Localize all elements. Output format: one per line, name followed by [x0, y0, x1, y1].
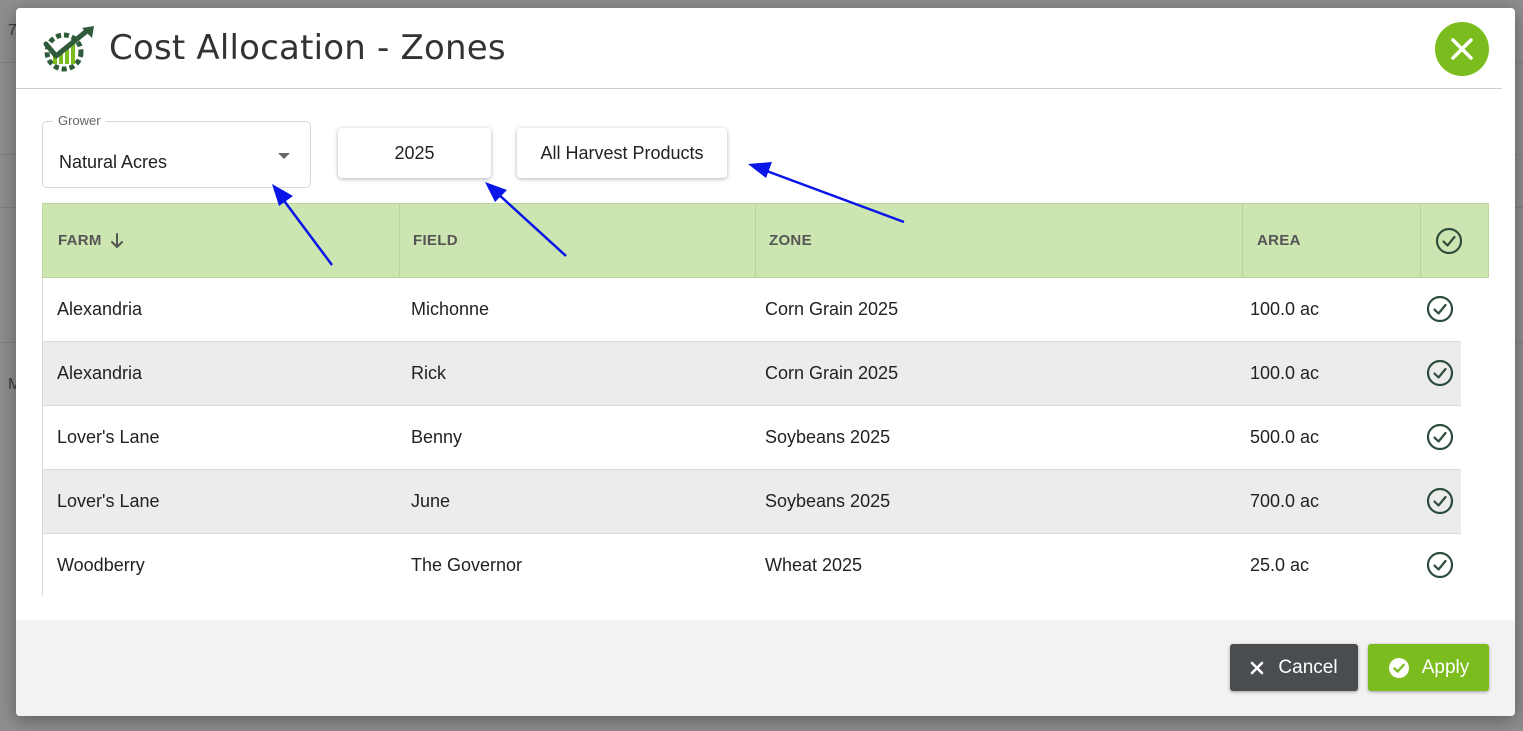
cell-field: Michonne — [411, 299, 490, 319]
caret-down-icon — [278, 153, 290, 159]
column-header-field[interactable]: FIELD — [413, 204, 458, 277]
check-circle-icon[interactable] — [1426, 295, 1454, 323]
column-divider — [755, 204, 756, 277]
dialog-title: Cost Allocation - Zones — [109, 28, 506, 68]
table-row[interactable]: Alexandria Michonne Corn Grain 2025 100.… — [42, 278, 1461, 342]
cell-zone: Wheat 2025 — [765, 555, 863, 575]
cell-farm: Woodberry — [57, 555, 145, 575]
dialog-footer: Cancel Apply — [16, 620, 1515, 716]
cell-field: Rick — [411, 363, 446, 383]
cell-zone: Corn Grain 2025 — [765, 363, 899, 383]
column-header-zone[interactable]: ZONE — [769, 204, 812, 277]
cost-allocation-dialog: Cost Allocation - Zones Grower Natural A… — [16, 8, 1515, 716]
cell-field: The Governor — [411, 555, 523, 575]
check-circle-icon[interactable] — [1426, 487, 1454, 515]
cell-area: 25.0 ac — [1250, 555, 1310, 575]
apply-label: Apply — [1421, 656, 1470, 678]
close-icon — [1451, 38, 1473, 60]
harvest-products-button[interactable]: All Harvest Products — [517, 128, 727, 178]
cell-farm: Alexandria — [57, 363, 143, 383]
table-row[interactable]: Lover's Lane Benny Soybeans 2025 500.0 a… — [42, 406, 1461, 470]
check-circle-icon[interactable] — [1426, 359, 1454, 387]
cell-area: 500.0 ac — [1250, 427, 1320, 447]
cell-area: 100.0 ac — [1250, 299, 1320, 319]
apply-button[interactable]: Apply — [1368, 644, 1489, 691]
zones-table: FARM FIELD ZONE AREA Alexandria Michonne… — [42, 203, 1489, 596]
table-row[interactable]: Woodberry The Governor Wheat 2025 25.0 a… — [42, 534, 1461, 596]
cell-area: 700.0 ac — [1250, 491, 1320, 511]
cell-zone: Soybeans 2025 — [765, 427, 891, 447]
check-circle-icon — [1435, 227, 1463, 254]
cell-farm: Lover's Lane — [57, 491, 160, 511]
growth-gear-logo-icon — [43, 26, 94, 72]
cell-zone: Corn Grain 2025 — [765, 299, 899, 319]
cell-field: Benny — [411, 427, 463, 447]
grower-value: Natural Acres — [59, 152, 168, 172]
table-row[interactable]: Alexandria Rick Corn Grain 2025 100.0 ac — [42, 342, 1461, 406]
cell-area: 100.0 ac — [1250, 363, 1320, 383]
cell-field: June — [411, 491, 451, 511]
column-divider — [1420, 204, 1421, 277]
cell-farm: Lover's Lane — [57, 427, 160, 447]
table-row[interactable]: Lover's Lane June Soybeans 2025 700.0 ac — [42, 470, 1461, 534]
column-header-area[interactable]: AREA — [1257, 204, 1301, 277]
table-header: FARM FIELD ZONE AREA — [42, 203, 1489, 278]
cell-farm: Alexandria — [57, 299, 143, 319]
check-circle-icon[interactable] — [1426, 551, 1454, 579]
grower-label: Grower — [53, 113, 106, 128]
column-divider — [1242, 204, 1243, 277]
close-icon — [1251, 661, 1264, 674]
grower-select[interactable]: Grower Natural Acres — [42, 113, 311, 188]
dialog-header: Cost Allocation - Zones — [16, 8, 1515, 89]
close-button[interactable] — [1435, 22, 1489, 76]
check-circle-icon[interactable] — [1426, 423, 1454, 451]
cell-zone: Soybeans 2025 — [765, 491, 891, 511]
column-header-farm[interactable]: FARM — [58, 204, 124, 277]
column-header-farm-label: FARM — [58, 232, 102, 249]
select-all-toggle[interactable] — [1435, 204, 1463, 277]
year-button[interactable]: 2025 — [338, 128, 491, 178]
header-divider — [16, 88, 1502, 89]
check-circle-icon — [1388, 657, 1409, 678]
arrow-down-icon — [110, 232, 124, 250]
column-divider — [399, 204, 400, 277]
cancel-label: Cancel — [1278, 656, 1338, 678]
cancel-button[interactable]: Cancel — [1230, 644, 1358, 691]
